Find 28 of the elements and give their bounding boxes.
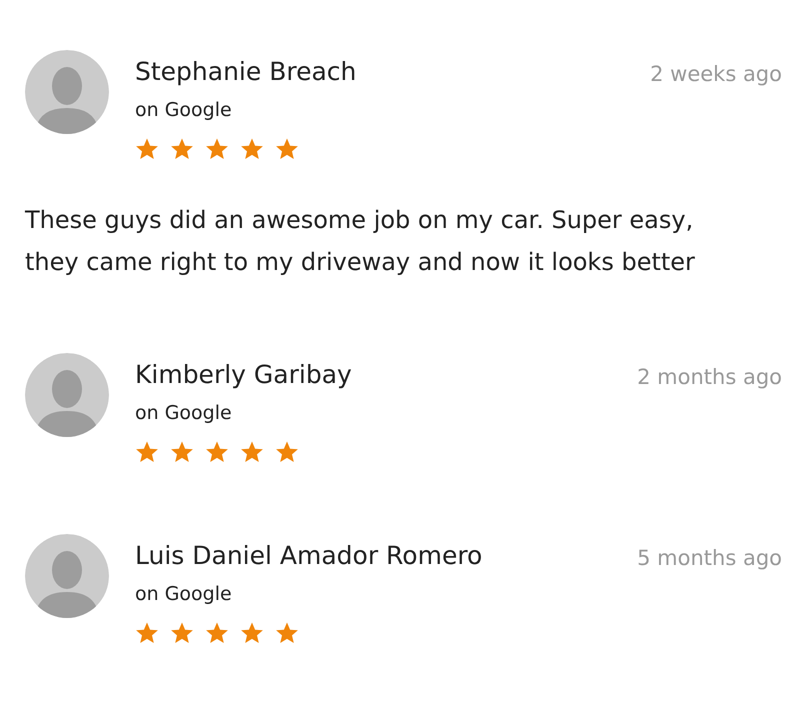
star-icon: [135, 621, 159, 645]
review-time: 2 weeks ago: [650, 62, 782, 86]
star-icon: [170, 137, 194, 161]
star-icon: [170, 621, 194, 645]
reviewer-name: Stephanie Breach: [135, 56, 356, 88]
avatar-icon: [25, 353, 109, 437]
review-time: 2 months ago: [637, 365, 782, 389]
star-icon: [205, 621, 229, 645]
star-icon: [275, 137, 299, 161]
review-text: These guys did an awesome job on my car. Super easy, they came right to my driveway and now it looks better: [25, 205, 696, 278]
avatar-icon: [25, 534, 109, 618]
review-time: 5 months ago: [637, 546, 782, 570]
star-icon: [205, 440, 229, 464]
reviewer-name: Kimberly Garibay: [135, 359, 352, 391]
review-source: on Google: [135, 98, 232, 123]
star-icon: [135, 137, 159, 161]
star-icon: [275, 440, 299, 464]
review-source: on Google: [135, 582, 232, 607]
star-icon: [275, 621, 299, 645]
star-icon: [240, 440, 264, 464]
star-icon: [170, 440, 194, 464]
star-icon: [205, 137, 229, 161]
star-icon: [240, 621, 264, 645]
star-icon: [135, 440, 159, 464]
avatar-icon: [25, 50, 109, 134]
star-icon: [240, 137, 264, 161]
review-source: on Google: [135, 401, 232, 426]
reviewer-name: Luis Daniel Amador Romero: [135, 540, 482, 572]
